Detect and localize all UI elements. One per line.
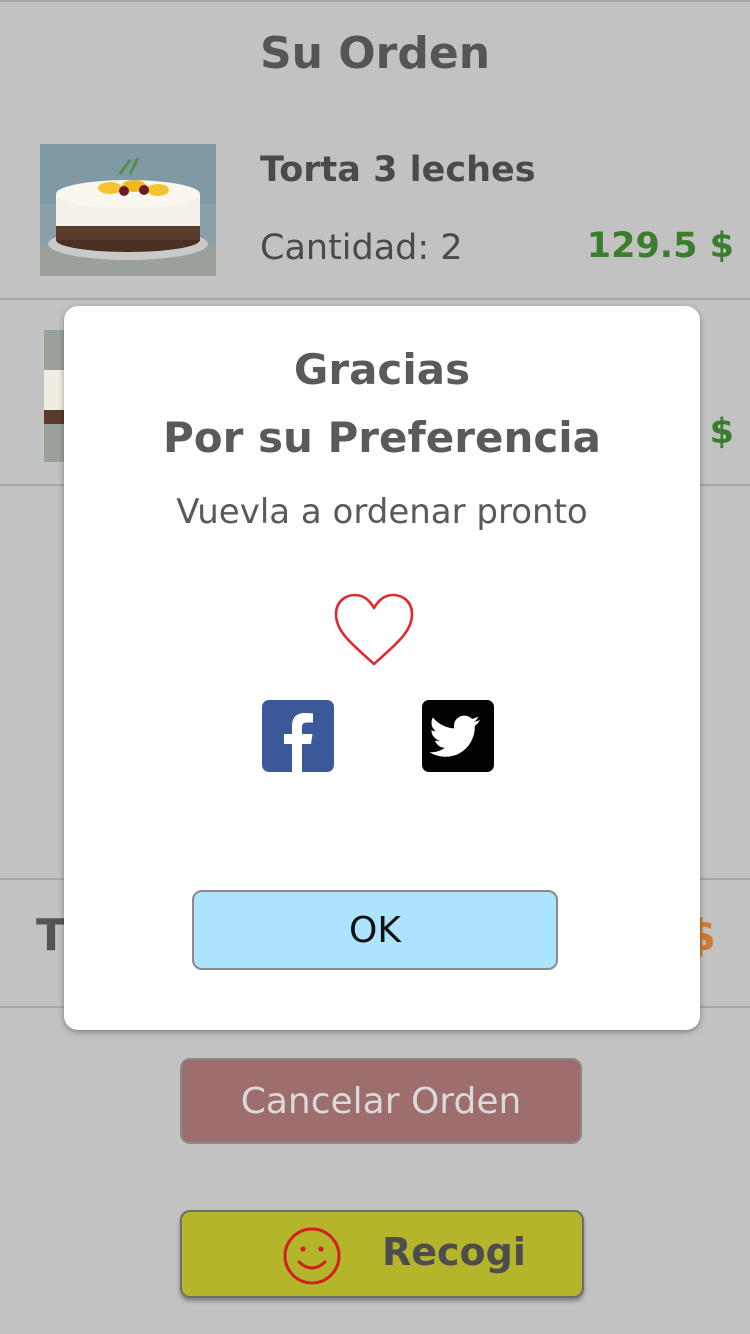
- page-title: Su Orden: [259, 28, 491, 79]
- item-price: $: [709, 412, 734, 452]
- ok-button[interactable]: OK: [192, 890, 558, 970]
- twitter-icon[interactable]: [422, 700, 494, 772]
- cancel-order-button[interactable]: Cancelar Orden: [180, 1058, 582, 1144]
- total-label: T: [36, 910, 67, 961]
- smiley-icon: [283, 1227, 341, 1285]
- item-quantity: Cantidad: 2: [260, 228, 463, 268]
- facebook-icon[interactable]: [262, 700, 334, 772]
- dialog-subtitle: Vuevla a ordenar pronto: [176, 492, 588, 532]
- dialog-title-line2: Por su Preferencia: [163, 413, 601, 462]
- divider: [0, 298, 750, 300]
- pickup-label: Recogi: [382, 1230, 526, 1274]
- divider: [0, 0, 750, 2]
- cake-thumbnail: [40, 144, 216, 276]
- thank-you-dialog: Gracias Por su Preferencia Vuevla a orde…: [64, 306, 700, 1030]
- dialog-title: Gracias Por su Preferencia: [64, 336, 700, 472]
- item-price: 129.5 $: [586, 226, 734, 266]
- item-name: Torta 3 leches: [260, 150, 536, 190]
- dialog-title-line1: Gracias: [293, 345, 471, 394]
- heart-icon[interactable]: [332, 592, 416, 670]
- pickup-button[interactable]: Recogi: [180, 1210, 584, 1298]
